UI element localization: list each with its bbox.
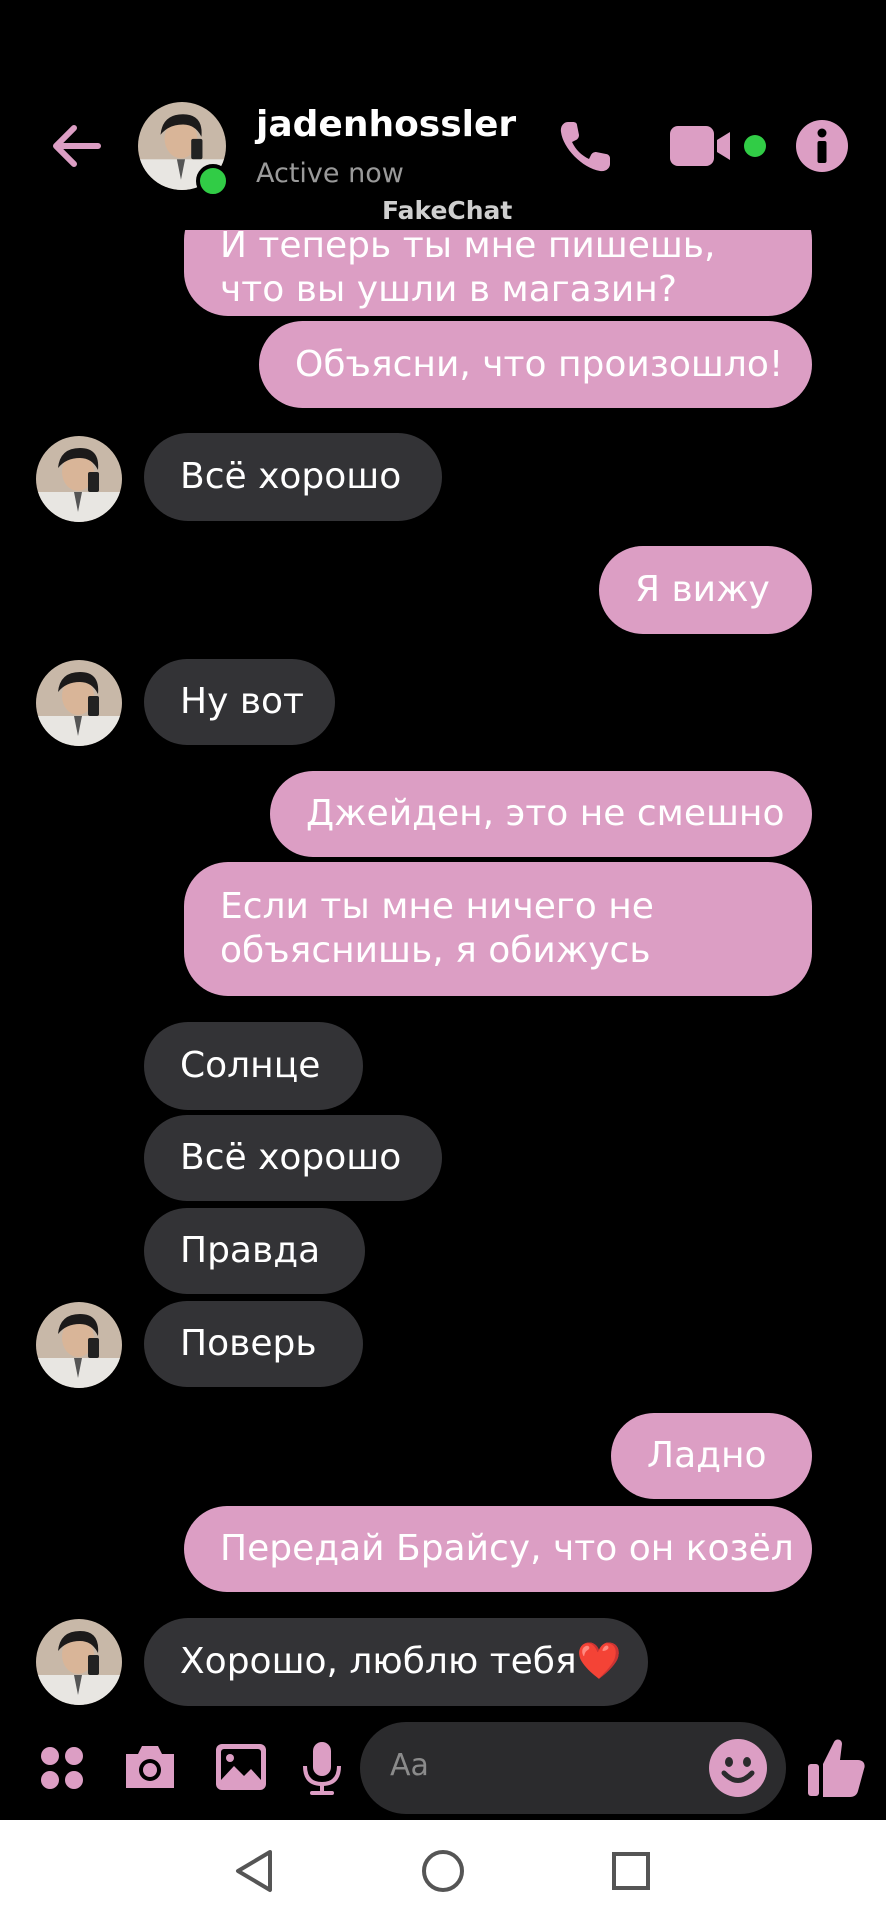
info-icon[interactable]	[794, 118, 850, 174]
message-bubble-outgoing[interactable]: Ладно	[611, 1413, 812, 1499]
phone-icon[interactable]	[554, 116, 616, 178]
nav-home-icon[interactable]	[420, 1848, 466, 1894]
emoji-icon[interactable]	[708, 1738, 768, 1798]
message-text: Я вижу	[635, 569, 770, 610]
contact-avatar[interactable]	[36, 436, 122, 522]
message-bubble-incoming[interactable]: Всё хорошо	[144, 1115, 442, 1201]
contact-name[interactable]: jadenhossler	[256, 104, 516, 145]
message-bubble-incoming[interactable]: Поверь	[144, 1301, 363, 1387]
message-text: Солнце	[180, 1045, 321, 1086]
contact-status: Active now	[256, 158, 404, 189]
image-icon[interactable]	[214, 1740, 268, 1794]
back-arrow-icon[interactable]	[48, 118, 104, 174]
nav-recents-icon[interactable]	[610, 1850, 652, 1892]
message-text: Всё хорошо	[180, 456, 402, 497]
message-bubble-outgoing[interactable]: Передай Брайсу, что он козёл	[184, 1506, 812, 1592]
message-bubble-incoming[interactable]: Всё хорошо	[144, 433, 442, 521]
message-text: Поверь	[180, 1323, 317, 1364]
contact-avatar[interactable]	[36, 660, 122, 746]
message-bubble-incoming[interactable]: Хорошо, люблю тебя❤️	[144, 1618, 648, 1706]
system-navigation-bar	[0, 1820, 886, 1920]
message-text: Всё хорошо	[180, 1137, 402, 1178]
apps-icon[interactable]	[38, 1744, 86, 1792]
message-text: Передай Брайсу, что он козёл	[220, 1528, 794, 1569]
message-text: Правда	[180, 1230, 321, 1271]
video-online-dot	[744, 135, 766, 157]
message-text: Хорошо, люблю тебя❤️	[180, 1641, 622, 1682]
watermark: FakeChat	[382, 196, 513, 225]
message-text: Джейден, это не смешно	[306, 793, 785, 834]
message-bubble-incoming[interactable]: Ну вот	[144, 659, 335, 745]
nav-back-icon[interactable]	[232, 1848, 276, 1894]
message-bubble-incoming[interactable]: Солнце	[144, 1022, 363, 1110]
message-text: Если ты мне ничего не объяснишь, я обижу…	[220, 886, 654, 971]
message-text: Ну вот	[180, 681, 305, 722]
message-text: И теперь ты мне пишешь, что вы ушли в ма…	[220, 225, 716, 310]
message-input-placeholder: Aa	[390, 1748, 429, 1783]
message-text: Ладно	[647, 1435, 767, 1476]
microphone-icon[interactable]	[300, 1740, 344, 1798]
contact-avatar[interactable]	[36, 1619, 122, 1705]
video-camera-icon[interactable]	[670, 124, 738, 168]
online-indicator	[196, 164, 230, 198]
message-bubble-outgoing[interactable]: Джейден, это не смешно	[270, 771, 812, 857]
thumbs-up-icon[interactable]	[806, 1736, 866, 1800]
contact-avatar[interactable]	[36, 1302, 122, 1388]
message-bubble-outgoing[interactable]: Если ты мне ничего не объяснишь, я обижу…	[184, 862, 812, 996]
message-text: Объясни, что произошло!	[295, 343, 784, 385]
message-bubble-outgoing[interactable]: Объясни, что произошло!	[259, 321, 812, 408]
message-bubble-outgoing[interactable]: Я вижу	[599, 546, 812, 634]
camera-icon[interactable]	[122, 1742, 178, 1792]
message-bubble-incoming[interactable]: Правда	[144, 1208, 365, 1294]
